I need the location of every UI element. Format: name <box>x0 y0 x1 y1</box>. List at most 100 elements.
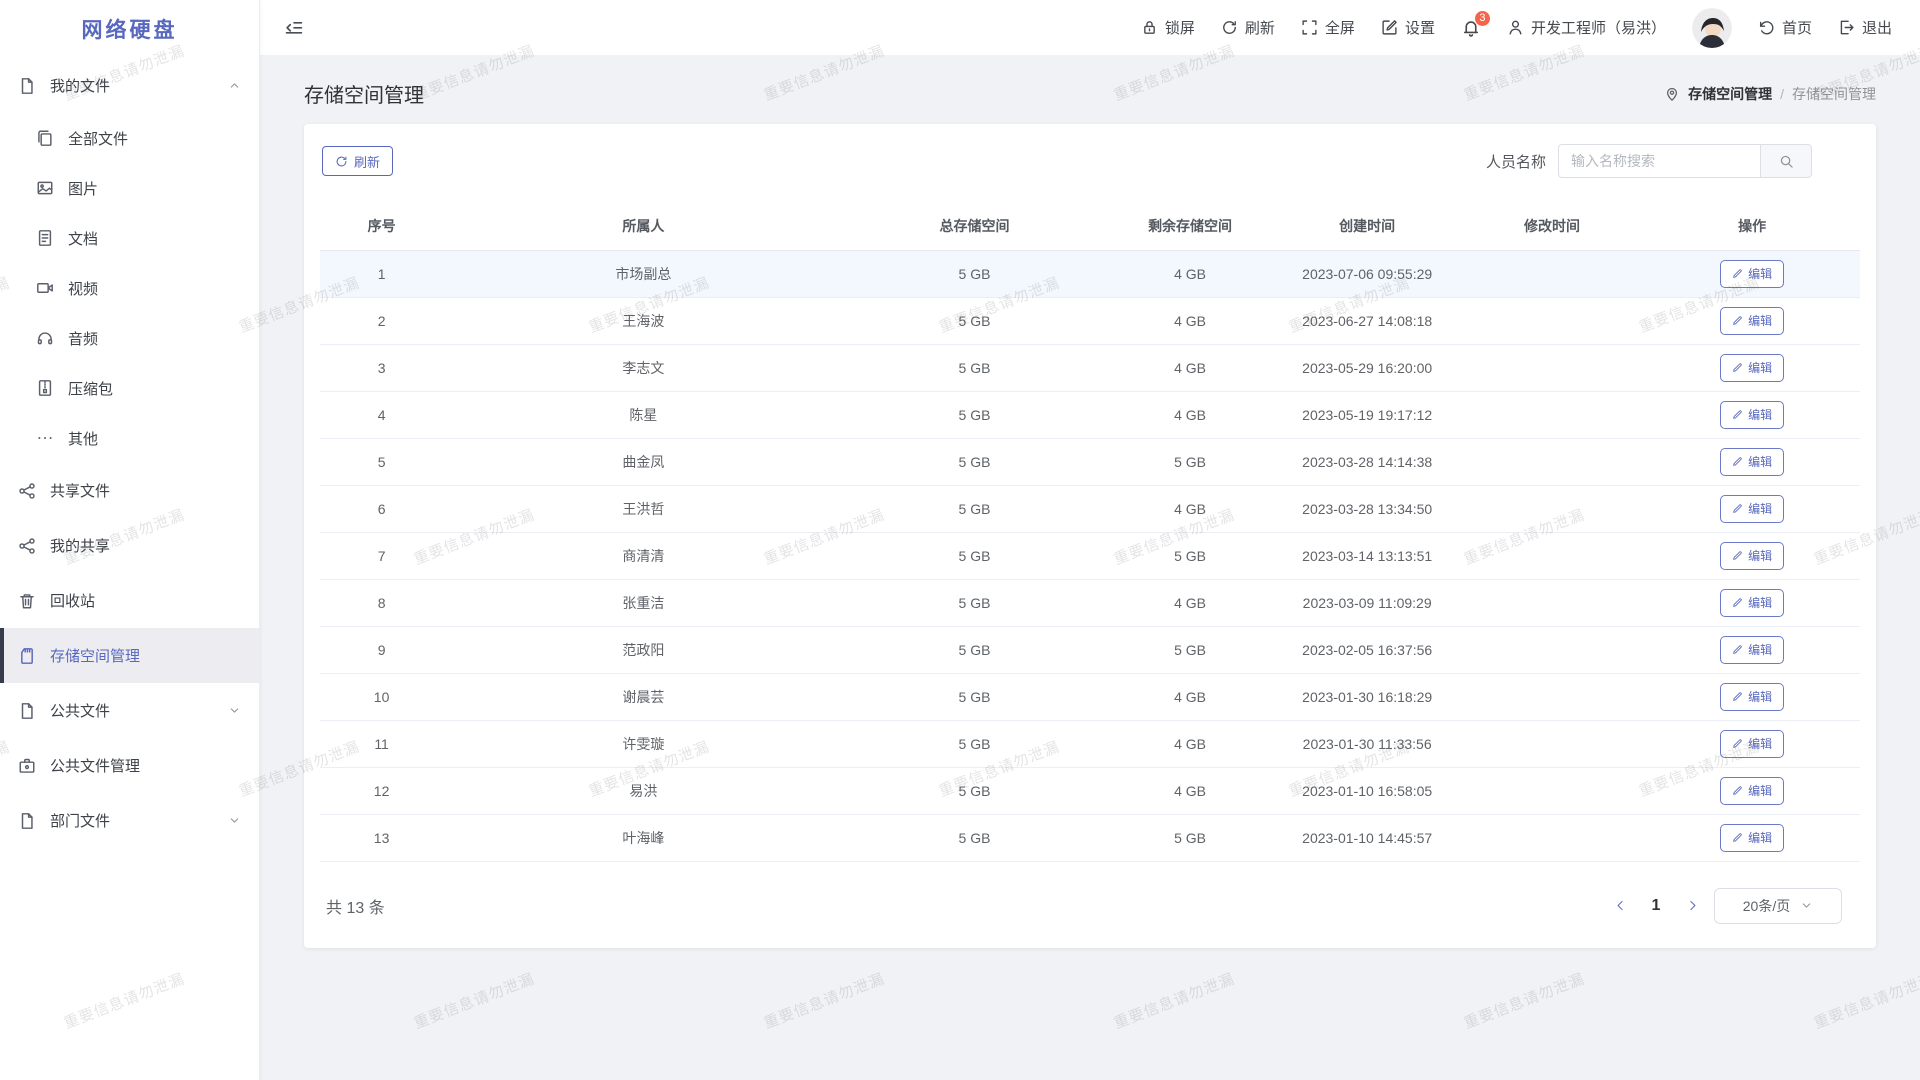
cell-col-modified-time <box>1460 673 1645 720</box>
cell-col-created-time: 2023-07-06 09:55:29 <box>1275 250 1460 297</box>
cell-col-index: 11 <box>320 720 443 767</box>
search-input[interactable] <box>1558 144 1760 178</box>
pencil-icon <box>1732 456 1743 467</box>
search-label: 人员名称 <box>1486 151 1546 172</box>
sidebar-item-public-files[interactable]: 公共文件 <box>0 683 259 738</box>
cell-col-actions: 编辑 <box>1644 250 1860 297</box>
cell-col-owner: 陈星 <box>443 391 843 438</box>
edit-button[interactable]: 编辑 <box>1720 636 1784 664</box>
edit-button[interactable]: 编辑 <box>1720 542 1784 570</box>
sidebar-item-others[interactable]: 其他 <box>0 413 259 463</box>
watermark-text: 重要信息请勿泄漏 <box>1460 968 1587 1033</box>
logout-icon <box>1838 19 1855 36</box>
file-icon <box>18 812 36 830</box>
prev-page-button[interactable] <box>1606 892 1634 920</box>
pencil-icon <box>1732 832 1743 843</box>
cell-col-created-time: 2023-06-27 14:08:18 <box>1275 297 1460 344</box>
refresh-table-button[interactable]: 刷新 <box>322 146 393 176</box>
cell-col-created-time: 2023-03-14 13:13:51 <box>1275 532 1460 579</box>
cell-col-index: 6 <box>320 485 443 532</box>
cell-col-total-space: 5 GB <box>844 297 1106 344</box>
cell-col-modified-time <box>1460 532 1645 579</box>
cell-col-remaining-space: 4 GB <box>1105 720 1274 767</box>
sidebar-item-archives[interactable]: 压缩包 <box>0 363 259 413</box>
edit-button[interactable]: 编辑 <box>1720 495 1784 523</box>
cell-col-created-time: 2023-05-29 16:20:00 <box>1275 344 1460 391</box>
edit-button[interactable]: 编辑 <box>1720 260 1784 288</box>
user-role-button[interactable]: 开发工程师（易洪） <box>1507 17 1666 38</box>
doc-icon <box>36 229 54 247</box>
logout-button[interactable]: 退出 <box>1838 17 1892 38</box>
cell-col-actions: 编辑 <box>1644 532 1860 579</box>
sidebar-item-audio[interactable]: 音频 <box>0 313 259 363</box>
sidebar-item-label: 其他 <box>68 428 98 449</box>
edit-button[interactable]: 编辑 <box>1720 777 1784 805</box>
cell-col-index: 1 <box>320 250 443 297</box>
cell-col-modified-time <box>1460 297 1645 344</box>
cell-col-modified-time <box>1460 391 1645 438</box>
edit-button[interactable]: 编辑 <box>1720 730 1784 758</box>
sidebar-item-all-files[interactable]: 全部文件 <box>0 113 259 163</box>
trash-icon <box>18 592 36 610</box>
menu-fold-icon[interactable] <box>284 18 304 38</box>
home-button[interactable]: 首页 <box>1758 17 1812 38</box>
sidebar-item-label: 压缩包 <box>68 378 113 399</box>
cell-col-actions: 编辑 <box>1644 767 1860 814</box>
sidebar-item-label: 部门文件 <box>50 810 110 831</box>
pencil-icon <box>1732 362 1743 373</box>
column-header-col-modified-time: 修改时间 <box>1460 202 1645 250</box>
table-header-row: 序号所属人总存储空间剩余存储空间创建时间修改时间操作 <box>320 202 1860 250</box>
pencil-icon <box>1732 268 1743 279</box>
cell-col-actions: 编辑 <box>1644 579 1860 626</box>
page-size-select[interactable]: 20条/页 <box>1714 888 1842 924</box>
sidebar-item-public-file-management[interactable]: 公共文件管理 <box>0 738 259 793</box>
sidebar-item-storage-management[interactable]: 存储空间管理 <box>0 628 259 683</box>
search-button[interactable] <box>1760 144 1812 178</box>
cell-col-owner: 易洪 <box>443 767 843 814</box>
edit-button[interactable]: 编辑 <box>1720 354 1784 382</box>
chevron-down-icon <box>228 814 241 827</box>
edit-button[interactable]: 编辑 <box>1720 683 1784 711</box>
refresh-icon <box>335 155 348 168</box>
user-role-label: 开发工程师（易洪） <box>1531 17 1666 38</box>
sidebar-item-my-files[interactable]: 我的文件 <box>0 58 259 113</box>
sidebar-item-label: 图片 <box>68 178 98 199</box>
sidebar-item-recycle-bin[interactable]: 回收站 <box>0 573 259 628</box>
sidebar-item-images[interactable]: 图片 <box>0 163 259 213</box>
sidebar-item-videos[interactable]: 视频 <box>0 263 259 313</box>
cell-col-owner: 商清清 <box>443 532 843 579</box>
sidebar-item-shared-files[interactable]: 共享文件 <box>0 463 259 518</box>
chevron-left-icon <box>1614 899 1627 912</box>
lock-screen-button[interactable]: 锁屏 <box>1141 17 1195 38</box>
cell-col-index: 7 <box>320 532 443 579</box>
edit-button[interactable]: 编辑 <box>1720 401 1784 429</box>
sidebar-item-my-shares[interactable]: 我的共享 <box>0 518 259 573</box>
user-icon <box>1507 19 1524 36</box>
page-title: 存储空间管理 <box>304 79 424 108</box>
cell-col-actions: 编辑 <box>1644 438 1860 485</box>
next-page-button[interactable] <box>1678 892 1706 920</box>
settings-button[interactable]: 设置 <box>1381 17 1435 38</box>
cell-col-created-time: 2023-01-10 14:45:57 <box>1275 814 1460 861</box>
sidebar-item-department-files[interactable]: 部门文件 <box>0 793 259 848</box>
notifications-button[interactable]: 3 <box>1461 18 1481 38</box>
sidebar-item-documents[interactable]: 文档 <box>0 213 259 263</box>
table-row-8: 8张重洁5 GB4 GB2023-03-09 11:09:29编辑 <box>320 579 1860 626</box>
refresh-icon <box>1221 19 1238 36</box>
refresh-page-button[interactable]: 刷新 <box>1221 17 1275 38</box>
sidebar: 网络硬盘 我的文件全部文件图片文档视频音频压缩包其他共享文件我的共享回收站存储空… <box>0 0 260 1080</box>
avatar[interactable] <box>1692 8 1732 48</box>
column-header-col-index: 序号 <box>320 202 443 250</box>
cell-col-total-space: 5 GB <box>844 720 1106 767</box>
cell-col-actions: 编辑 <box>1644 814 1860 861</box>
edit-button[interactable]: 编辑 <box>1720 307 1784 335</box>
cell-col-total-space: 5 GB <box>844 485 1106 532</box>
edit-button[interactable]: 编辑 <box>1720 448 1784 476</box>
edit-button[interactable]: 编辑 <box>1720 824 1784 852</box>
page-number[interactable]: 1 <box>1642 897 1670 915</box>
fullscreen-button[interactable]: 全屏 <box>1301 17 1355 38</box>
pencil-icon <box>1732 644 1743 655</box>
cell-col-remaining-space: 5 GB <box>1105 626 1274 673</box>
breadcrumb-current: 存储空间管理 <box>1792 84 1876 104</box>
edit-button[interactable]: 编辑 <box>1720 589 1784 617</box>
